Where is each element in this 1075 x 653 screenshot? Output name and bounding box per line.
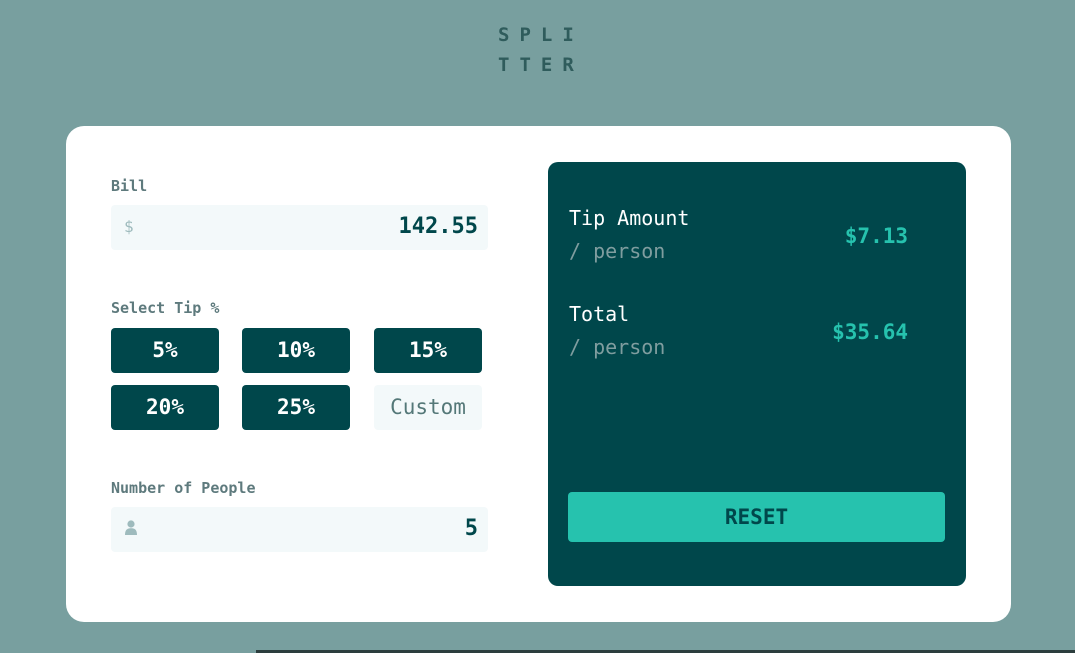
app-logo: SPLI TTER <box>498 20 584 80</box>
tip-amount-per-person: / person <box>569 239 666 263</box>
total-per-person: / person <box>569 335 666 359</box>
tip-15-button[interactable]: 15% <box>374 328 482 373</box>
results-panel: Tip Amount / person $7.13 Total / person… <box>548 162 966 586</box>
bill-field[interactable]: $ 142.55 <box>111 205 488 250</box>
bill-label: Bill <box>111 177 148 195</box>
reset-button[interactable]: RESET <box>568 492 945 542</box>
tip-25-button[interactable]: 25% <box>242 385 350 430</box>
person-icon <box>125 520 137 535</box>
select-tip-label: Select Tip % <box>111 299 220 317</box>
logo-line-1: SPLI <box>498 24 584 46</box>
bill-input[interactable]: 142.55 <box>399 214 478 239</box>
tip-amount-value: $7.13 <box>844 224 908 248</box>
custom-tip-input[interactable]: Custom <box>374 385 482 430</box>
tip-amount-title: Tip Amount <box>569 206 690 230</box>
dollar-icon: $ <box>124 217 134 236</box>
logo-line-2: TTER <box>498 54 584 76</box>
total-title: Total <box>569 302 630 326</box>
people-field[interactable]: 5 <box>111 507 488 552</box>
tip-5-button[interactable]: 5% <box>111 328 219 373</box>
people-input[interactable]: 5 <box>465 516 478 541</box>
total-value: $35.64 <box>832 320 908 344</box>
calculator-card: Bill $ 142.55 Select Tip % 5% 10% 15% 20… <box>66 126 1011 622</box>
people-label: Number of People <box>111 479 256 497</box>
tip-10-button[interactable]: 10% <box>242 328 350 373</box>
tip-20-button[interactable]: 20% <box>111 385 219 430</box>
